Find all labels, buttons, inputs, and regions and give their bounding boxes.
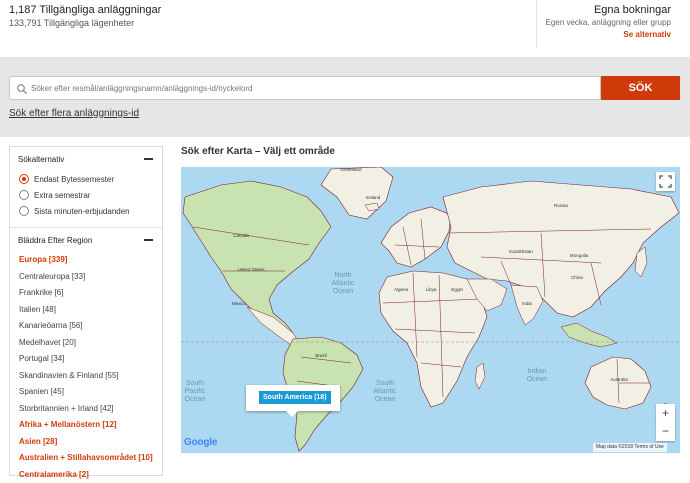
multi-id-search-link[interactable]: Sök efter flera anläggnings-id: [9, 108, 139, 119]
own-bookings-subtitle: Egen vecka, anläggning eller grupp: [537, 18, 671, 27]
country-label: Kazakhstan: [509, 249, 533, 254]
sidebar: Sökalternativ Endast Bytessemester Extra…: [9, 146, 163, 476]
ocean-label: Pacific: [185, 388, 206, 395]
ocean-label: Ocean: [333, 288, 354, 295]
search-button[interactable]: SÖK: [601, 76, 680, 100]
search-box: [9, 76, 601, 100]
option-label: Endast Bytessemester: [34, 175, 114, 184]
browse-regions-header[interactable]: Bläddra Efter Region: [10, 228, 162, 252]
region-portugal[interactable]: Portugal [34]: [10, 351, 162, 368]
listings-count: 1,187 Tillgängliga anläggningar: [9, 4, 161, 16]
popup-tail: [286, 411, 298, 417]
country-label: Brazil: [315, 353, 326, 358]
radio-icon[interactable]: [19, 206, 29, 216]
country-label: Mexico: [232, 301, 247, 306]
popup-label[interactable]: South America (18): [259, 391, 331, 404]
see-options-link[interactable]: Se alternativ: [537, 30, 671, 39]
search-band: SÖK Sök efter flera anläggnings-id: [0, 57, 690, 137]
region-africa-middle-east[interactable]: Afrika + Mellanöstern [12]: [10, 417, 162, 434]
collapse-icon[interactable]: [144, 239, 153, 241]
region-scandinavia-finland[interactable]: Skandinavien & Finland [55]: [10, 368, 162, 385]
collapse-icon[interactable]: [144, 158, 153, 160]
country-label: Egypt: [451, 287, 463, 292]
search-options-header[interactable]: Sökalternativ: [10, 147, 162, 171]
ocean-label: Ocean: [527, 376, 548, 383]
ocean-label: Atlantic: [374, 388, 397, 395]
region-europe[interactable]: Europa [339]: [10, 252, 162, 269]
option-extra-vacations[interactable]: Extra semestrar: [10, 187, 162, 203]
country-label: Australia: [610, 377, 628, 382]
option-last-minute[interactable]: Sista minuten-erbjudanden: [10, 203, 162, 219]
google-logo: Google: [184, 437, 217, 448]
region-australia-pacific[interactable]: Australien + Stillahavsområdet [10]: [10, 450, 162, 467]
ocean-label: Atlantic: [332, 280, 355, 287]
option-label: Sista minuten-erbjudanden: [34, 207, 130, 216]
country-label: Greenland: [340, 167, 362, 172]
southeast-asia-shape: [561, 323, 617, 347]
region-central-america[interactable]: Centralamerika [2]: [10, 467, 162, 483]
region-italy[interactable]: Italien [48]: [10, 302, 162, 319]
country-label: Algeria: [394, 287, 409, 292]
search-icon: [16, 83, 28, 95]
header: 1,187 Tillgängliga anläggningar 133,791 …: [0, 0, 690, 57]
region-canary-islands[interactable]: Kanarieöarna [56]: [10, 318, 162, 335]
radio-icon[interactable]: [19, 190, 29, 200]
region-uk-ireland[interactable]: Storbritannien + Irland [42]: [10, 401, 162, 418]
country-label: Russia: [554, 203, 568, 208]
country-label: United States: [237, 267, 265, 272]
ocean-label: Ocean: [185, 396, 206, 403]
region-mediterranean[interactable]: Medelhavet [20]: [10, 335, 162, 352]
own-bookings-panel: Egna bokningar Egen vecka, anläggning el…: [536, 0, 690, 48]
region-france[interactable]: Frankrike [6]: [10, 285, 162, 302]
country-label: Mongolia: [570, 253, 589, 258]
ocean-label: South: [186, 380, 204, 387]
zoom-out-button[interactable]: −: [656, 422, 675, 441]
region-asia[interactable]: Asien [28]: [10, 434, 162, 451]
ocean-label: North: [334, 272, 351, 279]
region-spain[interactable]: Spanien [45]: [10, 384, 162, 401]
fullscreen-button[interactable]: [656, 172, 675, 191]
ocean-label: Ocean: [375, 396, 396, 403]
greenland-shape: [321, 167, 393, 219]
search-options-title: Sökalternativ: [18, 155, 64, 164]
country-label: Iceland: [366, 195, 381, 200]
country-label: China: [571, 275, 583, 280]
apartments-count: 133,791 Tillgängliga lägenheter: [9, 18, 134, 28]
zoom-in-button[interactable]: +: [656, 404, 675, 423]
map-title: Sök efter Karta – Välj ett område: [181, 146, 335, 157]
region-central-europe[interactable]: Centraleuropa [33]: [10, 269, 162, 286]
ocean-label: Indian: [527, 368, 546, 375]
option-exchange-only[interactable]: Endast Bytessemester: [10, 171, 162, 187]
ocean-label: South: [376, 380, 394, 387]
radio-checked-icon[interactable]: [19, 174, 29, 184]
region-popup[interactable]: South America (18): [246, 385, 340, 411]
country-label: Libya: [426, 287, 437, 292]
map-attribution[interactable]: Map data ©2018 Terms of Use: [593, 443, 667, 452]
country-label: India: [522, 301, 532, 306]
country-label: Canada: [233, 233, 249, 238]
fullscreen-icon: [656, 172, 675, 191]
own-bookings-title: Egna bokningar: [537, 4, 671, 16]
browse-regions-title: Bläddra Efter Region: [18, 236, 92, 245]
option-label: Extra semestrar: [34, 191, 90, 200]
world-map[interactable]: North Atlantic Ocean South Atlantic Ocea…: [181, 167, 680, 453]
europe-shape: [381, 207, 451, 267]
search-input[interactable]: [10, 77, 600, 99]
